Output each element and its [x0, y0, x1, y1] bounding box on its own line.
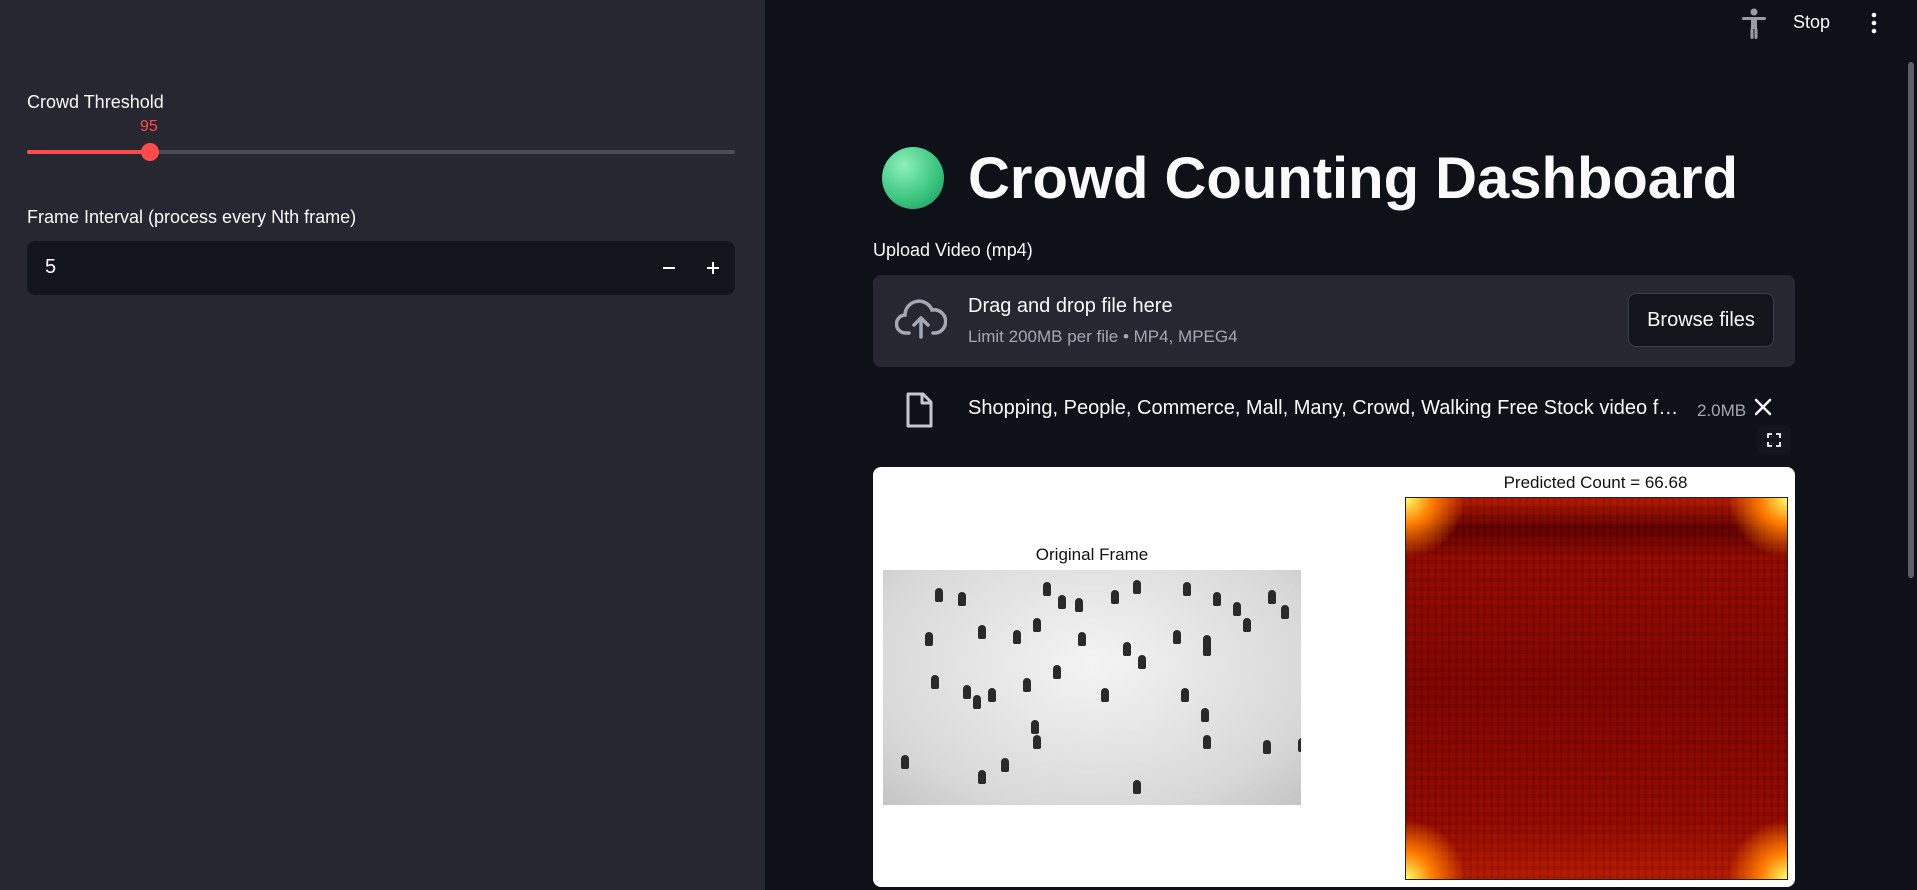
file-name: Shopping, People, Commerce, Mall, Many, …: [968, 397, 1679, 419]
pedestrian-figure: [1111, 590, 1119, 604]
pedestrian-figure: [978, 625, 986, 639]
pedestrian-figure: [1043, 582, 1051, 596]
scrollbar[interactable]: [1908, 62, 1914, 578]
file-dropzone[interactable]: Drag and drop file here Limit 200MB per …: [873, 275, 1795, 367]
pedestrian-figure: [1243, 618, 1251, 632]
pedestrian-figure: [1281, 605, 1289, 619]
close-icon[interactable]: [1753, 397, 1773, 422]
original-frame-title: Original Frame: [1035, 545, 1149, 564]
frame-interval-label: Frame Interval (process every Nth frame): [27, 207, 357, 227]
pedestrian-figure: [963, 685, 971, 699]
pedestrian-figure: [1078, 632, 1086, 646]
crowd-threshold-slider[interactable]: [27, 143, 735, 161]
sidebar: Crowd Threshold 95 Frame Interval (proce…: [0, 0, 765, 890]
frame-interval-input[interactable]: 5: [27, 241, 735, 295]
pedestrian-figure: [1173, 630, 1181, 644]
stop-button[interactable]: Stop: [1793, 12, 1830, 33]
pedestrian-figure: [1058, 595, 1066, 609]
density-heatmap: [1405, 497, 1788, 880]
decrement-button[interactable]: [647, 241, 691, 295]
pedestrian-figure: [988, 688, 996, 702]
slider-thumb[interactable]: [141, 143, 160, 161]
more-vert-icon[interactable]: [1868, 12, 1880, 39]
pedestrian-figure: [1213, 592, 1221, 606]
pedestrian-figure: [1123, 642, 1131, 656]
output-figure: Original Frame Predicted Count = 66.68: [873, 467, 1795, 887]
pedestrian-figure: [1298, 738, 1301, 752]
file-size: 2.0MB: [1697, 401, 1747, 420]
page-header: Crowd Counting Dashboard: [882, 142, 1738, 214]
pedestrian-figure: [1001, 758, 1009, 772]
green-circle-icon: [882, 147, 944, 209]
predicted-count-title: Predicted Count = 66.68: [1503, 473, 1688, 492]
crowd-threshold-value: 95: [140, 118, 158, 135]
increment-button[interactable]: [691, 241, 735, 295]
pedestrian-figure: [1233, 602, 1241, 616]
fullscreen-button[interactable]: [1757, 425, 1791, 455]
pedestrian-figure: [1203, 635, 1211, 649]
original-frame-image: [883, 570, 1301, 805]
pedestrian-figure: [1138, 655, 1146, 669]
pedestrian-figure: [1075, 598, 1083, 612]
pedestrian-figure: [1033, 618, 1041, 632]
pedestrian-figure: [1023, 678, 1031, 692]
minus-icon: [663, 267, 675, 269]
pedestrian-figure: [1268, 590, 1276, 604]
page-title: Crowd Counting Dashboard: [968, 145, 1739, 211]
crowd-threshold-label: Crowd Threshold: [27, 92, 164, 112]
upload-label: Upload Video (mp4): [873, 240, 1033, 260]
pedestrian-figure: [925, 632, 933, 646]
slider-fill: [27, 150, 151, 154]
pedestrian-figure: [1133, 780, 1141, 794]
plus-icon: [707, 262, 719, 274]
pedestrian-figure: [1053, 665, 1061, 679]
browse-files-button[interactable]: Browse files: [1628, 293, 1774, 347]
frame-interval-value[interactable]: 5: [45, 256, 56, 279]
cloud-upload-icon: [894, 297, 948, 346]
accessibility-icon[interactable]: [1741, 8, 1767, 45]
pedestrian-figure: [958, 592, 966, 606]
pedestrian-figure: [901, 755, 909, 769]
drop-instructions: Drag and drop file here: [968, 295, 1173, 317]
pedestrian-figure: [931, 675, 939, 689]
pedestrian-figure: [978, 770, 986, 784]
pedestrian-figure: [935, 588, 943, 602]
pedestrian-figure: [1201, 708, 1209, 722]
pedestrian-figure: [1031, 720, 1039, 734]
pedestrian-figure: [1203, 735, 1211, 749]
pedestrian-figure: [1263, 740, 1271, 754]
pedestrian-figure: [1133, 580, 1141, 594]
pedestrian-figure: [1033, 735, 1041, 749]
fullscreen-icon: [1767, 433, 1781, 447]
upload-limit-text: Limit 200MB per file • MP4, MPEG4: [968, 327, 1238, 346]
pedestrian-figure: [1183, 582, 1191, 596]
pedestrian-figure: [1013, 630, 1021, 644]
pedestrian-figure: [1101, 688, 1109, 702]
pedestrian-figure: [973, 695, 981, 709]
pedestrian-figure: [1181, 688, 1189, 702]
uploaded-file: Shopping, People, Commerce, Mall, Many, …: [873, 385, 1795, 435]
file-icon: [905, 392, 933, 433]
